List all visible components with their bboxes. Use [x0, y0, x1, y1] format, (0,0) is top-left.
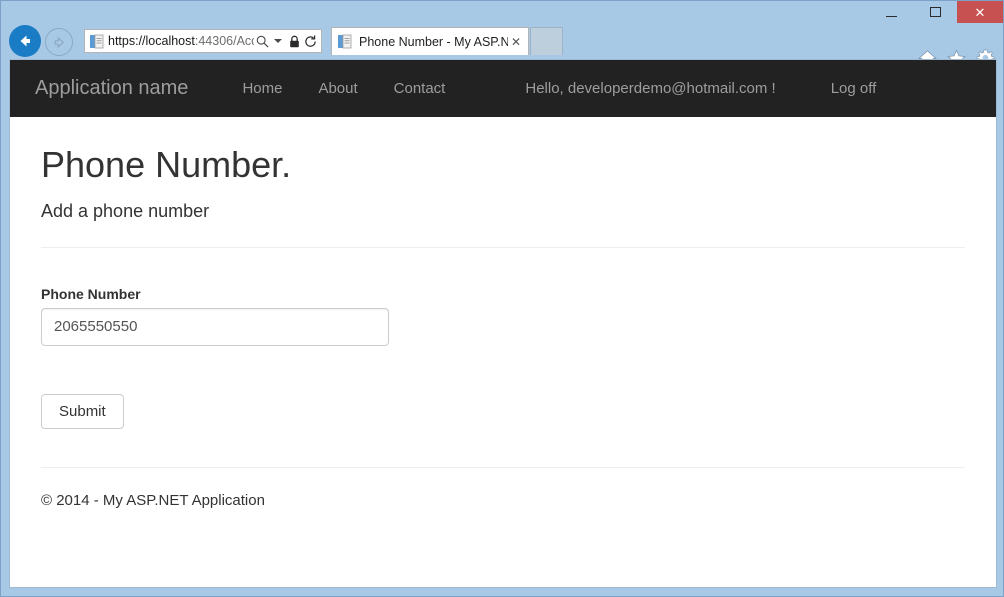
maximize-icon — [930, 7, 941, 17]
new-tab-button[interactable] — [530, 27, 563, 55]
caret-shape — [274, 39, 282, 43]
phone-number-input[interactable] — [41, 308, 389, 346]
address-bar[interactable]: https://localhost:44306/Acc — [84, 29, 322, 53]
forward-button[interactable] — [45, 28, 73, 56]
search-icon[interactable] — [254, 31, 270, 51]
browser-tab[interactable]: Phone Number - My ASP.N... ✕ — [331, 27, 529, 55]
page-document-icon — [90, 34, 104, 49]
tab-favicon-icon — [338, 34, 352, 49]
footer-divider — [41, 467, 965, 468]
back-arrow-icon — [16, 32, 34, 50]
lock-icon[interactable] — [286, 31, 302, 51]
navbar-brand[interactable]: Application name — [35, 77, 188, 100]
phone-number-label: Phone Number — [41, 286, 971, 302]
submit-button[interactable]: Submit — [41, 394, 124, 429]
nav-link-about[interactable]: About — [300, 80, 375, 97]
tab-title: Phone Number - My ASP.N... — [359, 35, 508, 49]
url-path: :44306/Acc — [195, 34, 254, 48]
browser-window: ✕ https://l — [0, 0, 1004, 597]
page-subtitle: Add a phone number — [41, 201, 971, 222]
close-icon: ✕ — [975, 6, 986, 19]
page-viewport: Application name Home About Contact Hell… — [9, 59, 997, 588]
nav-link-contact[interactable]: Contact — [376, 80, 464, 97]
page-content: Phone Number. Add a phone number Phone N… — [10, 145, 996, 509]
back-button[interactable] — [9, 25, 41, 57]
chevron-down-icon[interactable] — [270, 31, 286, 51]
log-off-link[interactable]: Log off — [831, 80, 877, 97]
navbar-account-section: Hello, developerdemo@hotmail.com ! Log o… — [525, 80, 876, 97]
window-controls: ✕ — [869, 1, 1003, 23]
url-host: https://localhost — [108, 34, 195, 48]
minimize-button[interactable] — [869, 1, 913, 23]
maximize-button[interactable] — [913, 1, 957, 23]
user-greeting-link[interactable]: Hello, developerdemo@hotmail.com ! — [525, 80, 775, 97]
forward-arrow-icon — [52, 35, 67, 50]
browser-toolbar: https://localhost:44306/Acc — [1, 23, 1003, 59]
title-bar: ✕ — [1, 1, 1003, 23]
refresh-icon[interactable] — [302, 31, 318, 51]
nav-link-home[interactable]: Home — [224, 80, 300, 97]
url-text: https://localhost:44306/Acc — [108, 31, 254, 51]
content-divider — [41, 247, 965, 248]
footer-copyright: © 2014 - My ASP.NET Application — [41, 492, 971, 509]
minimize-icon — [886, 16, 897, 17]
site-navbar: Application name Home About Contact Hell… — [10, 60, 996, 117]
close-window-button[interactable]: ✕ — [957, 1, 1003, 23]
page-title: Phone Number. — [41, 145, 971, 185]
navbar-links: Home About Contact — [224, 80, 463, 97]
tab-close-icon[interactable]: ✕ — [508, 35, 524, 49]
